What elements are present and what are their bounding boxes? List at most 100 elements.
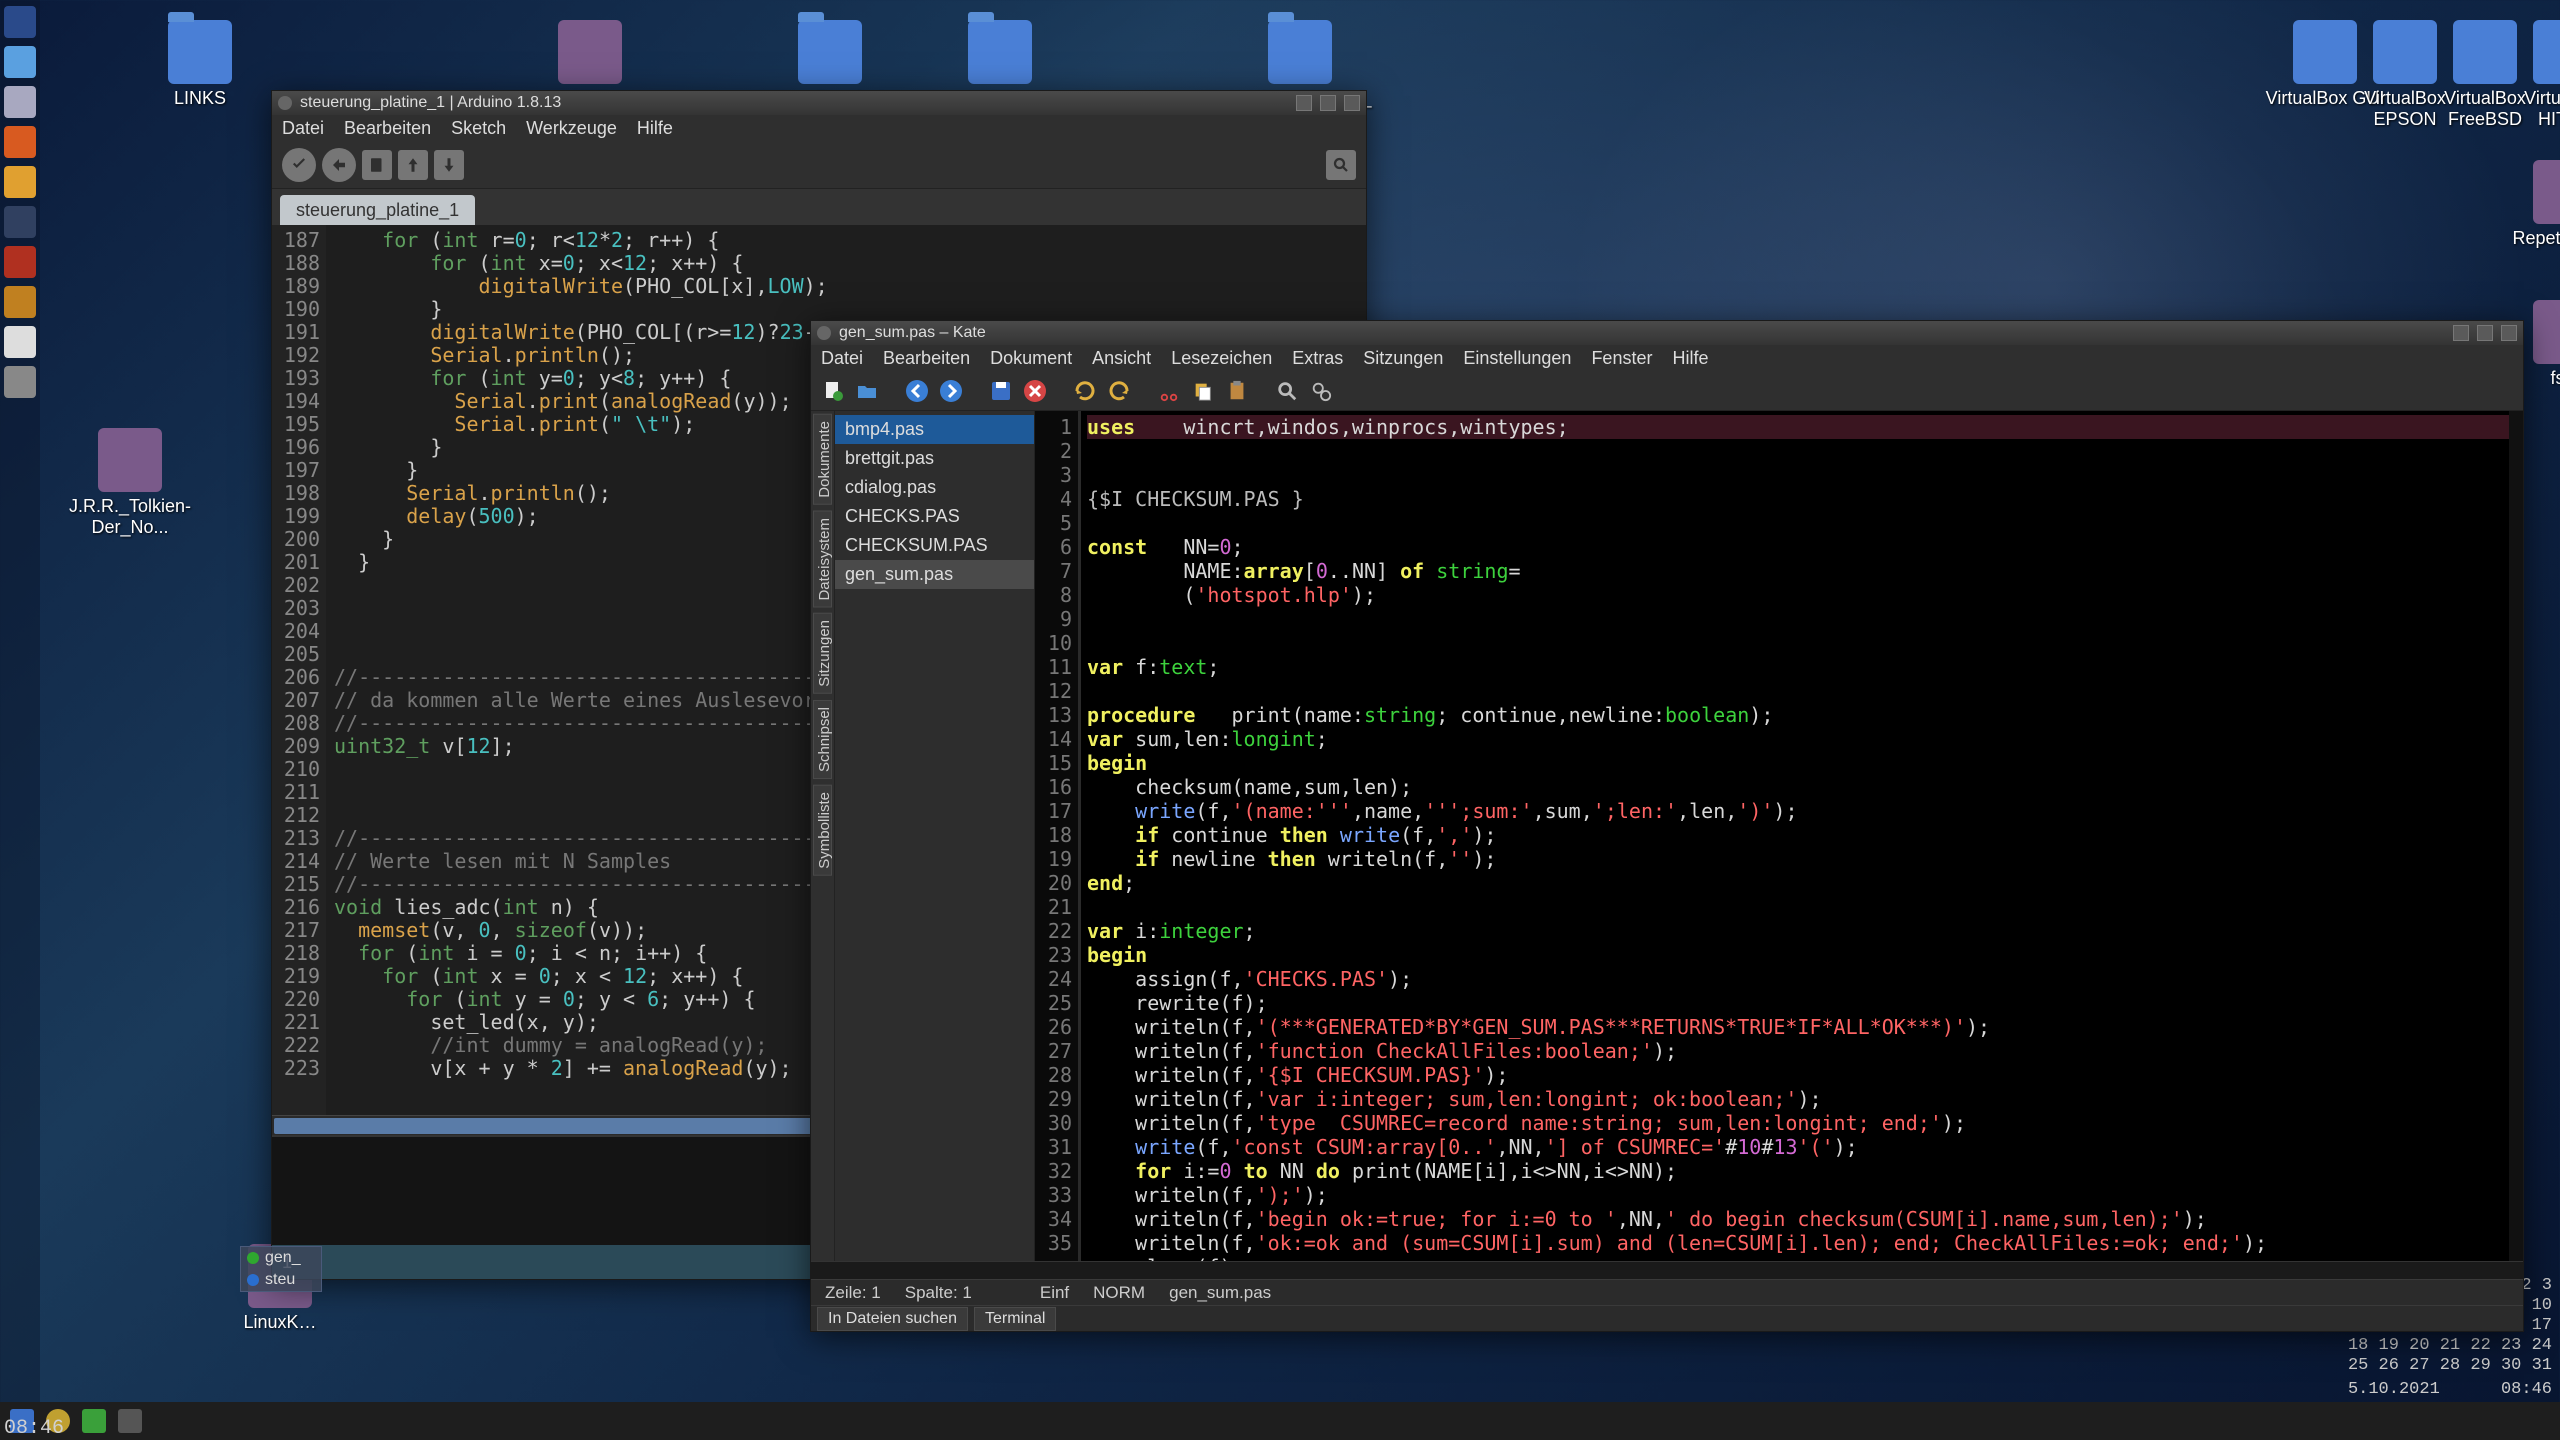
doclist-item[interactable]: bmp4.pas xyxy=(835,415,1034,444)
menu-settings[interactable]: Einstellungen xyxy=(1463,348,1571,369)
app-icon xyxy=(98,428,162,492)
sketch-tab[interactable]: steuerung_platine_1 xyxy=(280,195,475,226)
arduino-titlebar[interactable]: steuerung_platine_1 | Arduino 1.8.13 xyxy=(272,91,1366,115)
open-button[interactable] xyxy=(398,150,428,180)
arduino-gutter: 187 188 189 190 191 192 193 194 195 196 … xyxy=(272,225,326,1115)
forward-icon[interactable] xyxy=(937,377,965,405)
undo-icon[interactable] xyxy=(1071,377,1099,405)
menu-sketch[interactable]: Sketch xyxy=(451,118,506,139)
taskbar-window-list[interactable]: gen_ steu xyxy=(240,1246,322,1292)
close-button[interactable] xyxy=(1344,95,1360,111)
taskbar[interactable] xyxy=(0,1402,2560,1440)
find-replace-icon[interactable] xyxy=(1307,377,1335,405)
menu-file[interactable]: Datei xyxy=(821,348,863,369)
menu-window[interactable]: Fenster xyxy=(1591,348,1652,369)
menu-help[interactable]: Hilfe xyxy=(1672,348,1708,369)
sidetab-filesystem[interactable]: Dateisystem xyxy=(813,511,832,608)
kate-title: gen_sum.pas – Kate xyxy=(839,324,2445,342)
minimize-button[interactable] xyxy=(2453,325,2469,341)
close-icon[interactable] xyxy=(1021,377,1049,405)
menu-view[interactable]: Ansicht xyxy=(1092,348,1151,369)
menu-bookmarks[interactable]: Lesezeichen xyxy=(1171,348,1272,369)
desktop-icon-label: VirtualBox HITEC xyxy=(2495,88,2560,130)
close-button[interactable] xyxy=(2501,325,2517,341)
menu-extras[interactable]: Extras xyxy=(1292,348,1343,369)
kate-code[interactable]: uses wincrt,windos,winprocs,wintypes; {$… xyxy=(1081,411,2509,1261)
dock-app-icon[interactable] xyxy=(4,126,36,158)
maximize-button[interactable] xyxy=(1320,95,1336,111)
menu-sessions[interactable]: Sitzungen xyxy=(1363,348,1443,369)
maximize-button[interactable] xyxy=(2477,325,2493,341)
desktop-icon[interactable]: J.R.R._Tolkien-Der_No... xyxy=(60,428,200,538)
calendar-date: 5.10.2021 xyxy=(2348,1380,2440,1400)
dock-app-icon[interactable] xyxy=(4,366,36,398)
kate-minimap[interactable] xyxy=(2509,411,2523,1261)
dock-app-icon[interactable] xyxy=(4,326,36,358)
menu-tools[interactable]: Werkzeuge xyxy=(526,118,617,139)
kate-hscrollbar[interactable] xyxy=(811,1261,2523,1279)
desktop-icon-label: LinuxK… xyxy=(243,1312,316,1333)
desktop-icon[interactable]: RepetierHost xyxy=(2495,160,2560,249)
arduino-title: steuerung_platine_1 | Arduino 1.8.13 xyxy=(300,94,1288,112)
dock-app-icon[interactable] xyxy=(4,206,36,238)
taskbar-app-icon[interactable] xyxy=(118,1409,142,1433)
new-button[interactable] xyxy=(362,150,392,180)
sidetab-documents[interactable]: Dokumente xyxy=(813,414,832,505)
sidetab-snippets[interactable]: Schnipsel xyxy=(813,700,832,779)
find-icon[interactable] xyxy=(1273,377,1301,405)
back-icon[interactable] xyxy=(903,377,931,405)
dock-app-icon[interactable] xyxy=(4,86,36,118)
kate-gutter: 1 2 3 4 5 6 7 8 9 10 11 12 13 14 15 16 1… xyxy=(1035,411,1081,1261)
desktop-icon[interactable]: VirtualBox HITEC xyxy=(2495,20,2560,130)
dock-app-icon[interactable] xyxy=(4,46,36,78)
desktop-icon[interactable]: LINKS xyxy=(130,20,270,109)
save-icon[interactable] xyxy=(987,377,1015,405)
menu-file[interactable]: Datei xyxy=(282,118,324,139)
window-menu-icon[interactable] xyxy=(817,326,831,340)
menu-help[interactable]: Hilfe xyxy=(637,118,673,139)
arduino-menubar[interactable]: Datei Bearbeiten Sketch Werkzeuge Hilfe xyxy=(272,115,1366,141)
cut-icon[interactable] xyxy=(1155,377,1183,405)
dock-app-icon[interactable] xyxy=(4,6,36,38)
menu-edit[interactable]: Bearbeiten xyxy=(883,348,970,369)
kate-bottomtabs: In Dateien suchen Terminal xyxy=(811,1305,2523,1331)
new-file-icon[interactable] xyxy=(819,377,847,405)
dock-app-icon[interactable] xyxy=(4,286,36,318)
doclist-item[interactable]: cdialog.pas xyxy=(835,473,1034,502)
kate-toolbar xyxy=(811,371,2523,411)
sidetab-symbols[interactable]: Symbolliste xyxy=(813,785,832,876)
doclist-item[interactable]: CHECKS.PAS xyxy=(835,502,1034,531)
kate-doclist[interactable]: bmp4.pasbrettgit.pascdialog.pasCHECKS.PA… xyxy=(835,411,1035,1261)
kate-titlebar[interactable]: gen_sum.pas – Kate xyxy=(811,321,2523,345)
desktop-icon-label: LINKS xyxy=(174,88,226,109)
kate-window: gen_sum.pas – Kate Datei Bearbeiten Doku… xyxy=(810,320,2524,1332)
kate-menubar[interactable]: Datei Bearbeiten Dokument Ansicht Leseze… xyxy=(811,345,2523,371)
menu-edit[interactable]: Bearbeiten xyxy=(344,118,431,139)
doclist-item[interactable]: brettgit.pas xyxy=(835,444,1034,473)
save-button[interactable] xyxy=(434,150,464,180)
doclist-item[interactable]: CHECKSUM.PAS xyxy=(835,531,1034,560)
menu-document[interactable]: Dokument xyxy=(990,348,1072,369)
serial-monitor-button[interactable] xyxy=(1326,150,1356,180)
open-file-icon[interactable] xyxy=(853,377,881,405)
copy-icon[interactable] xyxy=(1189,377,1217,405)
verify-button[interactable] xyxy=(282,148,316,182)
dock-app-icon[interactable] xyxy=(4,246,36,278)
status-mode: NORM xyxy=(1093,1283,1145,1303)
calendar-row: 25 26 27 28 29 30 31 xyxy=(2348,1356,2552,1376)
dock-app-icon[interactable] xyxy=(4,166,36,198)
redo-icon[interactable] xyxy=(1105,377,1133,405)
taskbar-app-icon[interactable] xyxy=(82,1409,106,1433)
paste-icon[interactable] xyxy=(1223,377,1251,405)
upload-button[interactable] xyxy=(322,148,356,182)
status-ins: Einf xyxy=(1040,1283,1069,1303)
kate-editor[interactable]: 1 2 3 4 5 6 7 8 9 10 11 12 13 14 15 16 1… xyxy=(1035,411,2523,1261)
doclist-item[interactable]: gen_sum.pas xyxy=(835,560,1034,589)
window-menu-icon[interactable] xyxy=(278,96,292,110)
arduino-tabbar: steuerung_platine_1 xyxy=(272,189,1366,225)
bottomtab-terminal[interactable]: Terminal xyxy=(974,1307,1056,1331)
bottomtab-find-in-files[interactable]: In Dateien suchen xyxy=(817,1307,968,1331)
minimize-button[interactable] xyxy=(1296,95,1312,111)
sidetab-sessions[interactable]: Sitzungen xyxy=(813,613,832,694)
app-icon xyxy=(558,20,622,84)
